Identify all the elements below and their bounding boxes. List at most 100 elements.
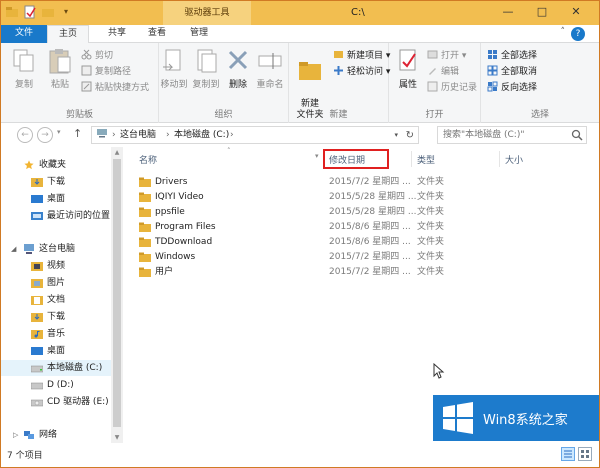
column-name[interactable]: 名称 xyxy=(139,153,157,166)
copy-path-button[interactable]: 复制路径 xyxy=(81,65,131,79)
nav-pc-music[interactable]: 音乐 xyxy=(1,326,123,342)
tab-manage[interactable]: 管理 xyxy=(177,25,221,43)
rename-icon xyxy=(257,47,283,75)
file-row[interactable]: IQIYI Video 2015/5/28 星期四 ... 文件夹 xyxy=(123,190,599,205)
scrollbar-thumb[interactable] xyxy=(113,159,121,427)
nav-drive-e[interactable]: CD 驱动器 (E:) xyxy=(1,394,123,410)
nav-fav-recent[interactable]: 最近访问的位置 xyxy=(1,208,123,224)
videos-folder-icon xyxy=(31,262,43,271)
select-none-button[interactable]: 全部取消 xyxy=(487,65,537,79)
collapse-arrow-icon[interactable]: ◢ xyxy=(11,241,16,257)
group-label-organize: 组织 xyxy=(214,110,233,120)
column-type[interactable]: 类型 xyxy=(417,153,435,166)
paste-icon xyxy=(47,47,73,75)
paste-button[interactable]: 粘贴 xyxy=(41,47,79,90)
nav-pc-downloads[interactable]: 下载 xyxy=(1,309,123,325)
new-folder-quick-icon[interactable] xyxy=(41,5,55,19)
column-size[interactable]: 大小 xyxy=(505,153,523,166)
easy-access-button[interactable]: 轻松访问 ▾ xyxy=(333,65,390,79)
ribbon: 复制 粘贴 剪切 复制路径 粘贴快捷方式 剪贴板 移动到 复制到 删除 重命名 … xyxy=(1,43,599,123)
open-icon xyxy=(427,49,438,60)
file-row[interactable]: TDDownload 2015/8/6 星期四 ... 文件夹 xyxy=(123,235,599,250)
drive-icon xyxy=(31,382,43,390)
scissors-icon xyxy=(81,49,92,60)
desktop-icon xyxy=(31,195,43,203)
address-dropdown-icon[interactable]: ▾ xyxy=(394,127,398,144)
invert-selection-icon xyxy=(487,81,498,92)
nav-favorites[interactable]: 收藏夹 xyxy=(1,157,123,173)
nav-this-pc[interactable]: ◢ 这台电脑 xyxy=(1,241,123,257)
navigation-pane-scrollbar[interactable]: ▲ ▼ xyxy=(111,147,123,443)
rename-button[interactable]: 重命名 xyxy=(251,47,289,90)
back-button[interactable]: ← xyxy=(17,127,33,143)
properties-quick-icon[interactable] xyxy=(23,5,37,19)
nav-pc-pictures[interactable]: 图片 xyxy=(1,275,123,291)
file-row[interactable]: ppsfile 2015/5/28 星期四 ... 文件夹 xyxy=(123,205,599,220)
select-all-button[interactable]: 全部选择 xyxy=(487,49,537,63)
large-icons-view-icon xyxy=(581,450,589,458)
copy-to-icon xyxy=(193,47,219,75)
search-box[interactable] xyxy=(437,126,587,144)
large-icons-view-button[interactable] xyxy=(578,447,592,461)
status-bar: 7 个项目 xyxy=(1,443,599,467)
forward-button[interactable]: → xyxy=(37,127,53,143)
nav-network[interactable]: ▷ 网络 xyxy=(1,427,123,443)
copy-button[interactable]: 复制 xyxy=(5,47,43,90)
network-icon xyxy=(24,431,34,439)
nav-fav-downloads[interactable]: 下载 xyxy=(1,174,123,190)
paste-shortcut-button[interactable]: 粘贴快捷方式 xyxy=(81,81,149,95)
edit-icon xyxy=(427,65,438,76)
recent-locations-dropdown-icon[interactable]: ▾ xyxy=(57,128,61,136)
group-open: 属性 打开 ▾ 编辑 历史记录 打开 xyxy=(389,43,481,123)
refresh-icon[interactable]: ↻ xyxy=(406,127,414,144)
file-row[interactable]: Drivers 2015/7/2 星期四 ... 文件夹 xyxy=(123,175,599,190)
invert-selection-button[interactable]: 反向选择 xyxy=(487,81,537,95)
nav-pc-videos[interactable]: 视频 xyxy=(1,258,123,274)
up-button[interactable]: ↑ xyxy=(73,127,82,140)
column-filter-dropdown-icon[interactable]: ▾ xyxy=(315,152,319,160)
sort-arrow-icon: ˄ xyxy=(227,147,231,155)
history-button[interactable]: 历史记录 xyxy=(427,81,477,95)
maximize-button[interactable]: □ xyxy=(525,1,559,25)
scroll-down-arrow-icon[interactable]: ▼ xyxy=(111,434,123,441)
open-button[interactable]: 打开 ▾ xyxy=(427,49,466,63)
new-folder-icon xyxy=(297,58,323,86)
close-button[interactable]: ✕ xyxy=(559,1,593,25)
file-row[interactable]: Program Files 2015/8/6 星期四 ... 文件夹 xyxy=(123,220,599,235)
easy-access-icon xyxy=(333,65,344,76)
breadcrumb-local-disk[interactable]: 本地磁盘 (C:) xyxy=(174,127,229,144)
breadcrumb-this-pc[interactable]: 这台电脑 xyxy=(120,127,156,144)
cut-button[interactable]: 剪切 xyxy=(81,49,113,63)
pictures-folder-icon xyxy=(31,279,43,288)
details-view-icon xyxy=(564,450,572,458)
nav-pc-desktop[interactable]: 桌面 xyxy=(1,343,123,359)
tab-share[interactable]: 共享 xyxy=(97,25,137,43)
properties-button[interactable]: 属性 xyxy=(389,47,427,90)
nav-drive-d[interactable]: D (D:) xyxy=(1,377,123,393)
help-icon[interactable]: ? xyxy=(571,27,585,41)
ribbon-collapse-icon[interactable]: ˄ xyxy=(561,27,566,37)
expand-arrow-icon[interactable]: ▷ xyxy=(13,427,18,443)
address-bar[interactable]: › 这台电脑 › 本地磁盘 (C:) › ▾ ↻ xyxy=(91,126,419,144)
new-item-button[interactable]: 新建项目 ▾ xyxy=(333,49,390,63)
select-none-icon xyxy=(487,65,498,76)
tab-home[interactable]: 主页 xyxy=(47,25,89,44)
search-input[interactable] xyxy=(438,127,566,143)
edit-button[interactable]: 编辑 xyxy=(427,65,459,79)
local-disk-icon xyxy=(31,365,43,373)
watermark: Win8系统之家 xyxy=(433,395,599,441)
tab-view[interactable]: 查看 xyxy=(137,25,177,43)
nav-pc-documents[interactable]: 文档 xyxy=(1,292,123,308)
minimize-button[interactable]: — xyxy=(491,1,525,25)
file-row[interactable]: 用户 2015/7/2 星期四 ... 文件夹 xyxy=(123,265,599,280)
scroll-up-arrow-icon[interactable]: ▲ xyxy=(111,149,123,156)
details-view-button[interactable] xyxy=(561,447,575,461)
nav-fav-desktop[interactable]: 桌面 xyxy=(1,191,123,207)
search-icon[interactable] xyxy=(571,129,583,141)
file-row[interactable]: Windows 2015/7/2 星期四 ... 文件夹 xyxy=(123,250,599,265)
quick-access-dropdown-icon[interactable]: ▾ xyxy=(59,5,73,19)
nav-drive-c[interactable]: 本地磁盘 (C:) xyxy=(1,360,123,376)
documents-folder-icon xyxy=(31,296,43,305)
pc-icon xyxy=(96,127,108,144)
tab-file[interactable]: 文件 xyxy=(1,25,47,43)
